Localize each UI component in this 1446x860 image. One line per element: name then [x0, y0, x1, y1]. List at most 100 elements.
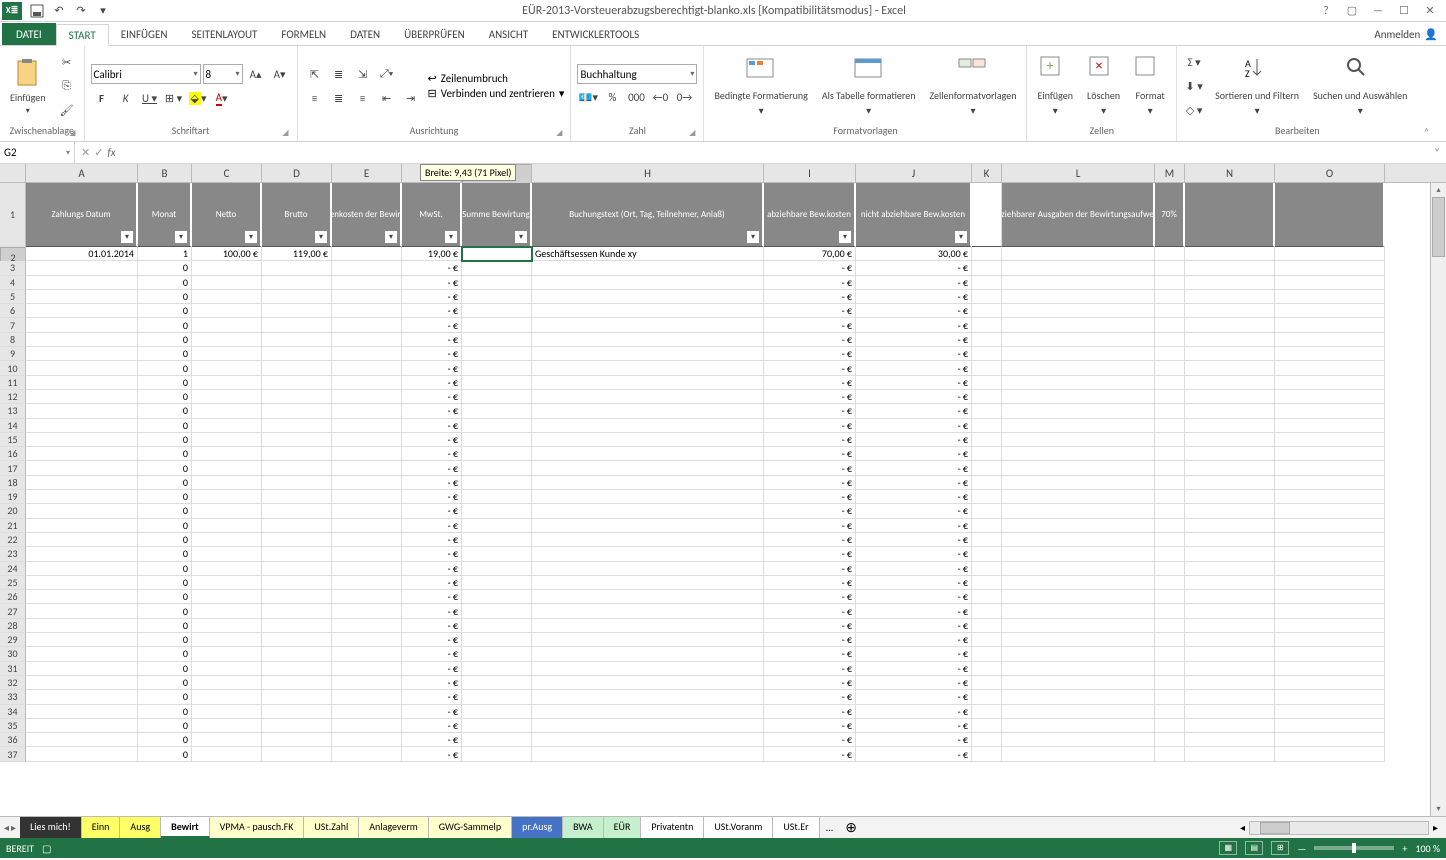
- cell-A28[interactable]: [26, 619, 138, 633]
- cell-L18[interactable]: [1002, 476, 1155, 490]
- cell-B29[interactable]: 0: [138, 633, 192, 647]
- cell-B36[interactable]: 0: [138, 733, 192, 747]
- cell-A14[interactable]: [26, 419, 138, 433]
- cell-K9[interactable]: [972, 347, 1002, 361]
- cell-D12[interactable]: [262, 390, 332, 404]
- cell-K34[interactable]: [972, 705, 1002, 719]
- cell-B4[interactable]: 0: [138, 276, 192, 290]
- cell-M16[interactable]: [1155, 447, 1185, 461]
- cell-H10[interactable]: [532, 361, 764, 375]
- cell-G37[interactable]: [462, 747, 532, 761]
- cell-B30[interactable]: 0: [138, 647, 192, 661]
- sheet-tab-er[interactable]: EÜR: [604, 817, 642, 838]
- cell-A29[interactable]: [26, 633, 138, 647]
- align-middle-button[interactable]: ≣: [328, 63, 350, 85]
- cell-O12[interactable]: [1275, 390, 1385, 404]
- cell-M31[interactable]: [1155, 662, 1185, 676]
- cell-I23[interactable]: - €: [764, 547, 856, 561]
- cell-O20[interactable]: [1275, 504, 1385, 518]
- cell-C37[interactable]: [192, 747, 262, 761]
- cell-B12[interactable]: 0: [138, 390, 192, 404]
- horizontal-scrollbar[interactable]: [1249, 821, 1429, 835]
- increase-indent-button[interactable]: ⇥: [400, 87, 422, 109]
- cell-K26[interactable]: [972, 590, 1002, 604]
- cell-N11[interactable]: [1185, 376, 1275, 390]
- cell-N13[interactable]: [1185, 404, 1275, 418]
- cell-N19[interactable]: [1185, 490, 1275, 504]
- cell-I8[interactable]: - €: [764, 333, 856, 347]
- tab-insert[interactable]: EINFÜGEN: [109, 23, 180, 45]
- cell-E2[interactable]: [332, 247, 402, 261]
- cell-D21[interactable]: [262, 519, 332, 533]
- cell-F31[interactable]: - €: [402, 662, 462, 676]
- cell-N17[interactable]: [1185, 461, 1275, 475]
- cell-K30[interactable]: [972, 647, 1002, 661]
- cell-J33[interactable]: - €: [856, 690, 972, 704]
- cell-C28[interactable]: [192, 619, 262, 633]
- cell-M12[interactable]: [1155, 390, 1185, 404]
- cell-I2[interactable]: 70,00 €: [764, 247, 856, 261]
- clear-button[interactable]: ◇ ▾: [1183, 99, 1205, 121]
- sheet-tab-ausg[interactable]: Ausg: [120, 817, 161, 838]
- font-dialog-icon[interactable]: ◢: [282, 128, 288, 138]
- cell-J28[interactable]: - €: [856, 619, 972, 633]
- cell-J6[interactable]: - €: [856, 304, 972, 318]
- cell-A10[interactable]: [26, 361, 138, 375]
- cell-O22[interactable]: [1275, 533, 1385, 547]
- enter-formula-icon[interactable]: ✓: [94, 146, 103, 159]
- table-header-G[interactable]: Summe Bewirtung▾: [462, 183, 532, 247]
- cell-J37[interactable]: - €: [856, 747, 972, 761]
- cell-M29[interactable]: [1155, 633, 1185, 647]
- cell-B21[interactable]: 0: [138, 519, 192, 533]
- fx-icon[interactable]: fx: [107, 146, 115, 159]
- cell-M5[interactable]: [1155, 290, 1185, 304]
- cell-H9[interactable]: [532, 347, 764, 361]
- row-header[interactable]: 25: [0, 576, 26, 590]
- row-header[interactable]: 34: [0, 705, 26, 719]
- cell-A23[interactable]: [26, 547, 138, 561]
- cell-D6[interactable]: [262, 304, 332, 318]
- cell-H28[interactable]: [532, 619, 764, 633]
- cell-O10[interactable]: [1275, 361, 1385, 375]
- row-header[interactable]: 18: [0, 476, 26, 490]
- cell-B25[interactable]: 0: [138, 576, 192, 590]
- cell-D26[interactable]: [262, 590, 332, 604]
- cell-M7[interactable]: [1155, 318, 1185, 332]
- cell-L8[interactable]: [1002, 333, 1155, 347]
- cell-H5[interactable]: [532, 290, 764, 304]
- cell-G33[interactable]: [462, 690, 532, 704]
- cell-C5[interactable]: [192, 290, 262, 304]
- cell-F7[interactable]: - €: [402, 318, 462, 332]
- paste-button[interactable]: Einfügen▾: [6, 55, 50, 118]
- cell-E34[interactable]: [332, 705, 402, 719]
- cell-E13[interactable]: [332, 404, 402, 418]
- cell-E19[interactable]: [332, 490, 402, 504]
- find-select-button[interactable]: Suchen und Auswählen▾: [1309, 53, 1411, 119]
- cell-K17[interactable]: [972, 461, 1002, 475]
- cell-K8[interactable]: [972, 333, 1002, 347]
- cell-F32[interactable]: - €: [402, 676, 462, 690]
- cell-D3[interactable]: [262, 261, 332, 275]
- column-header-J[interactable]: J: [856, 164, 972, 182]
- row-header[interactable]: 8: [0, 333, 26, 347]
- row-header[interactable]: 9: [0, 347, 26, 361]
- font-color-button[interactable]: A▾: [211, 87, 233, 109]
- cell-K2[interactable]: [972, 247, 1002, 261]
- cell-F11[interactable]: - €: [402, 376, 462, 390]
- cell-D17[interactable]: [262, 461, 332, 475]
- cell-M35[interactable]: [1155, 719, 1185, 733]
- cell-J13[interactable]: - €: [856, 404, 972, 418]
- cell-O36[interactable]: [1275, 733, 1385, 747]
- cell-J7[interactable]: - €: [856, 318, 972, 332]
- cell-N27[interactable]: [1185, 604, 1275, 618]
- cell-G4[interactable]: [462, 276, 532, 290]
- cell-D27[interactable]: [262, 604, 332, 618]
- cell-B5[interactable]: 0: [138, 290, 192, 304]
- cell-C22[interactable]: [192, 533, 262, 547]
- cell-H2[interactable]: Geschäftsessen Kunde xy: [532, 247, 764, 261]
- cell-H31[interactable]: [532, 662, 764, 676]
- cell-F10[interactable]: - €: [402, 361, 462, 375]
- cell-O15[interactable]: [1275, 433, 1385, 447]
- cell-A32[interactable]: [26, 676, 138, 690]
- cell-B16[interactable]: 0: [138, 447, 192, 461]
